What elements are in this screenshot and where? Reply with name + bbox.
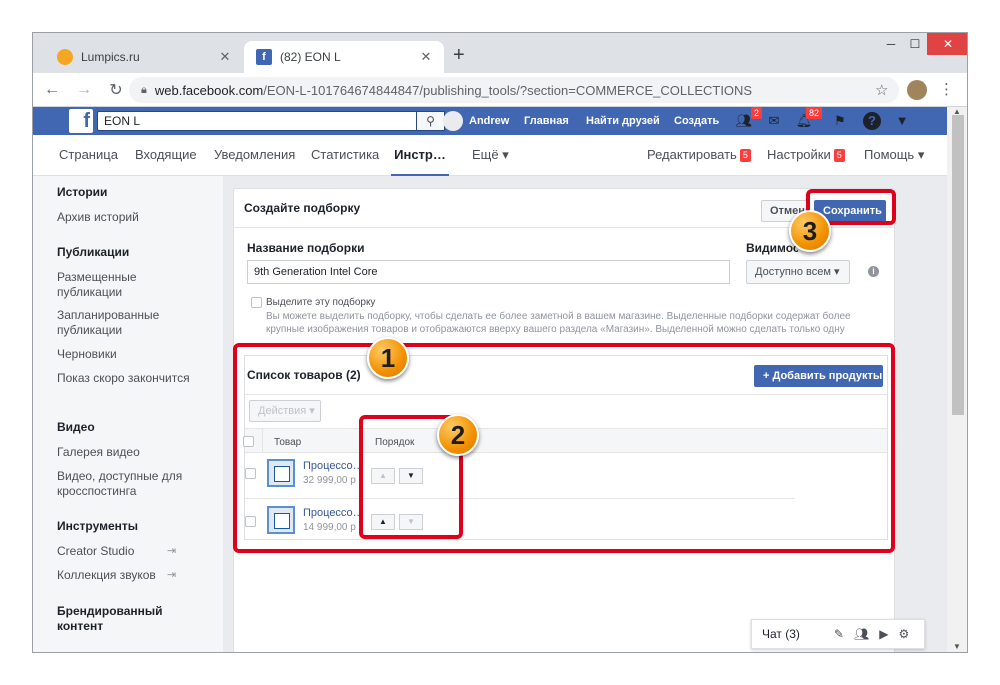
url-host: web.facebook.com (154, 82, 264, 98)
step-marker-3: 3 (789, 210, 831, 252)
tab-more[interactable]: Ещё ▾ (472, 135, 509, 176)
collection-name-input[interactable]: 9th Generation Intel Core (247, 260, 730, 284)
tab-page[interactable]: Страница (59, 135, 118, 176)
sidebar-item-crossposting[interactable]: Видео, доступные для кросспостинга (57, 469, 197, 499)
tab-publishing-tools[interactable]: Инстр… (391, 135, 449, 176)
lock-icon: 🔒︎ (141, 83, 147, 96)
browser-toolbar: ← → ↻ 🔒︎ web.facebook.com/EON-L-10176467… (33, 73, 967, 107)
facebook-logo-icon[interactable]: f (69, 109, 93, 133)
friend-requests-badge: 2 (750, 107, 762, 119)
help-icon[interactable]: ? (863, 112, 881, 130)
window-close-icon[interactable]: ✕ (927, 33, 967, 55)
url-path: /EON-L-101764674844847/publishing_tools/… (263, 82, 753, 98)
messenger-icon[interactable]: ✉ (765, 112, 783, 130)
friend-requests-icon[interactable]: 👥︎ 2 (735, 107, 762, 130)
settings-badge: 5 (833, 149, 845, 162)
step-marker-2: 2 (437, 414, 479, 456)
external-link-icon: ⇥ (167, 545, 177, 557)
sidebar-item-scheduled[interactable]: Запланированные публикации (57, 308, 197, 338)
tab-strip: Lumpics.ru ✕ f (82) EON L ✕ + ─ ☐ ✕ (33, 33, 967, 73)
facebook-header: f EON L ⚲ Andrew Главная Найти друзей Со… (33, 107, 947, 135)
sidebar-heading-stories: Истории (57, 185, 108, 199)
edit-page-badge: 5 (739, 149, 751, 162)
lumpics-favicon-icon (57, 49, 73, 65)
bookmark-star-icon[interactable]: ☆ (875, 81, 888, 99)
info-icon[interactable]: i (868, 266, 879, 277)
sidebar-item-published[interactable]: Размещенные публикации (57, 270, 197, 300)
tab-close-icon[interactable]: ✕ (418, 49, 434, 65)
address-bar[interactable]: 🔒︎ web.facebook.com/EON-L-10176467484484… (129, 77, 899, 103)
settings-link[interactable]: Настройки 5 (767, 135, 845, 176)
notifications-badge: 82 (805, 107, 822, 119)
feature-collection-checkbox[interactable] (251, 297, 262, 308)
notifications-icon[interactable]: 🔔︎ 82 (795, 107, 822, 130)
scrollbar-thumb[interactable] (952, 115, 964, 415)
tab-facebook[interactable]: f (82) EON L ✕ (244, 41, 444, 73)
help-menu[interactable]: Помощь ▾ (864, 135, 924, 176)
chat-settings-gear-icon[interactable]: ⚙ (898, 627, 909, 641)
feature-collection-label: Выделите эту подборку (266, 297, 376, 308)
card-title: Создайте подборку (244, 201, 361, 215)
forward-arrow-icon[interactable]: → (71, 81, 97, 99)
sidebar-item-stories-archive[interactable]: Архив историй (57, 210, 197, 225)
new-group-icon[interactable]: 👥︎ (854, 627, 869, 641)
sidebar-heading-posts: Публикации (57, 245, 130, 259)
pages-icon[interactable]: ⚑ (831, 112, 849, 130)
maximize-icon[interactable]: ☐ (903, 33, 927, 55)
sidebar-heading-branded-content: Брендированный контент (57, 604, 163, 633)
sidebar-heading-video: Видео (57, 420, 95, 434)
back-arrow-icon[interactable]: ← (39, 81, 65, 99)
visibility-dropdown[interactable]: Доступно всем ▾ (746, 260, 850, 284)
chat-label: Чат (3) (762, 627, 800, 641)
publishing-sidebar: Истории Архив историй Публикации Размеще… (33, 176, 223, 652)
tab-inbox[interactable]: Входящие (135, 135, 197, 176)
tab-title: (82) EON L (280, 50, 341, 64)
step-marker-1: 1 (367, 337, 409, 379)
edit-page-link[interactable]: Редактировать 5 (647, 135, 751, 176)
chat-bar[interactable]: Чат (3) ✎ 👥︎ ▶ ⚙ (751, 619, 925, 649)
tab-title: Lumpics.ru (81, 50, 140, 64)
nav-home[interactable]: Главная (524, 107, 569, 135)
visibility-label: Видимость (746, 241, 798, 255)
sidebar-item-video-library[interactable]: Галерея видео (57, 445, 197, 460)
tab-lumpics[interactable]: Lumpics.ru ✕ (45, 41, 243, 73)
external-link-icon: ⇥ (167, 569, 177, 581)
collection-name-label: Название подборки (247, 241, 365, 255)
user-name: Andrew (469, 115, 510, 127)
menu-kebab-icon[interactable]: ⋮ (939, 80, 954, 98)
compose-message-icon[interactable]: ✎ (834, 627, 844, 641)
nav-find-friends[interactable]: Найти друзей (586, 107, 660, 135)
profile-avatar[interactable] (907, 80, 927, 100)
tab-close-icon[interactable]: ✕ (217, 49, 233, 65)
page-navigation: Страница Входящие Уведомления Статистика… (33, 135, 947, 176)
reload-icon[interactable]: ↻ (103, 80, 129, 100)
facebook-search-input[interactable]: EON L (97, 111, 417, 131)
facebook-favicon-icon: f (256, 49, 272, 65)
nav-create[interactable]: Создать (674, 107, 719, 135)
new-tab-button[interactable]: + (453, 45, 465, 65)
feature-collection-description: Вы можете выделить подборку, чтобы сдела… (266, 311, 851, 335)
sidebar-heading-tools: Инструменты (57, 519, 139, 533)
tab-notifications[interactable]: Уведомления (214, 135, 295, 176)
sidebar-item-drafts[interactable]: Черновики (57, 347, 197, 362)
user-avatar (443, 111, 463, 131)
browser-window: Lumpics.ru ✕ f (82) EON L ✕ + ─ ☐ ✕ ← → … (32, 32, 968, 653)
sidebar-item-expiring[interactable]: Показ скоро закончится (57, 371, 197, 386)
user-profile-link[interactable]: Andrew (443, 110, 509, 132)
settings-label: Настройки (767, 147, 831, 162)
search-icon[interactable]: ⚲ (417, 111, 445, 131)
video-call-icon[interactable]: ▶ (879, 627, 888, 641)
page-scrollbar[interactable]: ▲ ▼ (947, 107, 967, 652)
account-menu-chevron-icon[interactable]: ▼ (893, 112, 911, 130)
tab-statistics[interactable]: Статистика (311, 135, 379, 176)
scroll-down-arrow-icon[interactable]: ▼ (953, 642, 961, 651)
minimize-icon[interactable]: ─ (879, 33, 903, 55)
edit-page-label: Редактировать (647, 147, 737, 162)
highlight-product-list (233, 343, 895, 553)
